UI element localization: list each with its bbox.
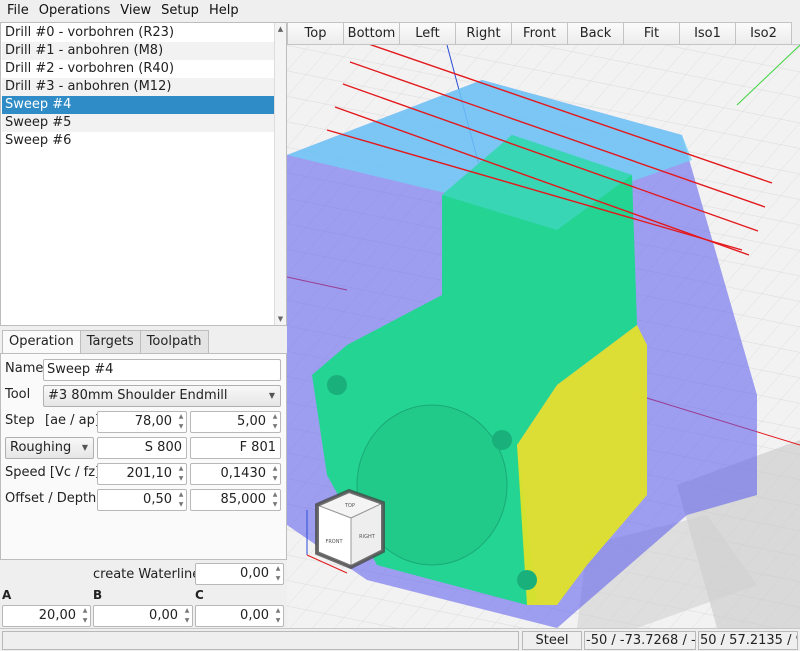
list-item[interactable]: Drill #0 - vorbohren (R23) [2,24,275,42]
waterline-input[interactable]: 0,00 ▲ ▼ [195,563,284,585]
depth-value: 85,000 [220,492,267,507]
status-coord-x: -50 / -73.7268 / -50 [584,631,696,650]
axis-c-value: 0,00 [240,608,269,623]
list-scrollbar[interactable]: ▲ ▼ [274,23,286,325]
view-cube-top-label: TOP [344,503,355,509]
spin-arrows-icon[interactable]: ▲ ▼ [273,564,283,584]
view-fit-button[interactable]: Fit [623,22,680,45]
mode-select[interactable]: Roughing ▼ [5,437,94,459]
view-iso1-button[interactable]: Iso1 [679,22,736,45]
tool-select-value: #3 80mm Shoulder Endmill [48,388,228,403]
step-ae-input[interactable]: 78,00 ▲ ▼ [97,411,187,433]
waterline-label: create Waterline [93,567,201,582]
menu-setup[interactable]: Setup [156,0,204,22]
chevron-down-icon: ▼ [268,391,275,400]
step-ae-value: 78,00 [134,414,172,429]
speed-vc-value: 201,10 [126,466,173,481]
spin-arrows-icon[interactable]: ▲ ▼ [176,464,186,484]
tab-bar: Operation Targets Toolpath [0,330,287,355]
bolt-hole [492,430,512,450]
speed-fz-input[interactable]: 0,1430 ▲ ▼ [190,463,281,485]
status-material: Steel [522,631,582,650]
axis-a-value: 20,00 [38,608,76,623]
view-left-button[interactable]: Left [399,22,456,45]
axis-c-label: C [195,588,204,602]
status-coord-y: 50 / 57.2135 / 90 [698,631,798,650]
3d-scene: TOP FRONT RIGHT [287,45,800,628]
tab-targets[interactable]: Targets [79,330,141,354]
view-toolbar: Top Bottom Left Right Front Back Fit Iso… [287,22,800,45]
speed-fz-value: 0,1430 [220,466,267,481]
operation-list[interactable]: Drill #0 - vorbohren (R23) Drill #1 - an… [0,22,287,326]
view-top-button[interactable]: Top [287,22,344,45]
spin-arrows-icon[interactable]: ▲ ▼ [270,464,280,484]
name-input[interactable]: Sweep #4 [43,359,281,381]
step-ap-value: 5,00 [237,414,266,429]
menu-view[interactable]: View [115,0,156,22]
axis-a-label: A [2,588,12,602]
menu-file[interactable]: File [2,0,34,22]
axis-b-label: B [93,588,103,602]
waterline-value: 0,00 [240,566,269,581]
spin-arrows-icon[interactable]: ▲ ▼ [182,606,192,626]
name-label: Name [5,361,44,376]
menubar: File Operations View Setup Help [0,0,800,22]
status-message [2,631,519,650]
left-panel: Drill #0 - vorbohren (R23) Drill #1 - an… [0,22,287,650]
spin-arrows-icon[interactable]: ▲ ▼ [176,490,186,510]
tool-label: Tool [5,387,31,402]
mode-select-value: Roughing [10,440,72,455]
axis-b-value: 0,00 [149,608,178,623]
list-item[interactable]: Sweep #6 [2,132,275,150]
tab-toolpath[interactable]: Toolpath [139,330,209,354]
spin-arrows-icon[interactable]: ▲ ▼ [270,412,280,432]
operation-form: Name Sweep #4 Tool #3 80mm Shoulder Endm… [0,353,287,560]
list-item[interactable]: Drill #1 - anbohren (M8) [2,42,275,60]
spindle-speed-field[interactable]: S 800 [97,437,187,459]
tool-select[interactable]: #3 80mm Shoulder Endmill ▼ [43,385,281,407]
offset-input[interactable]: 0,50 ▲ ▼ [97,489,187,511]
tab-operation[interactable]: Operation [2,330,81,355]
step-unit-label: [ae / ap] [45,413,100,428]
step-ap-input[interactable]: 5,00 ▲ ▼ [190,411,281,433]
spin-arrows-icon[interactable]: ▲ ▼ [176,412,186,432]
scroll-up-icon[interactable]: ▲ [275,24,286,34]
status-bar: Steel -50 / -73.7268 / -50 50 / 57.2135 … [0,628,800,651]
list-item-selected[interactable]: Sweep #4 [2,96,275,114]
list-item[interactable]: Drill #3 - anbohren (M12) [2,78,275,96]
list-item[interactable]: Drill #2 - vorbohren (R40) [2,60,275,78]
view-right-button[interactable]: Right [455,22,512,45]
spin-arrows-icon[interactable]: ▲ ▼ [270,490,280,510]
speed-vc-input[interactable]: 201,10 ▲ ▼ [97,463,187,485]
bolt-hole [517,570,537,590]
view-cube-right-label: RIGHT [359,534,376,540]
speed-label: Speed [Vc / fz] [5,465,101,480]
view-iso2-button[interactable]: Iso2 [735,22,792,45]
feed-rate-field[interactable]: F 801 [190,437,281,459]
spin-arrows-icon[interactable]: ▲ ▼ [273,606,283,626]
offset-value: 0,50 [143,492,172,507]
menu-help[interactable]: Help [204,0,244,22]
3d-viewport[interactable]: TOP FRONT RIGHT [287,45,800,628]
view-front-button[interactable]: Front [511,22,568,45]
step-label: Step [5,413,35,428]
offset-depth-label: Offset / Depth [5,491,97,506]
view-bottom-button[interactable]: Bottom [343,22,400,45]
scroll-down-icon[interactable]: ▼ [275,314,286,324]
spin-arrows-icon[interactable]: ▲ ▼ [80,606,90,626]
view-cube-front-label: FRONT [325,539,343,545]
chevron-down-icon: ▼ [81,443,88,452]
axis-c-input[interactable]: 0,00 ▲ ▼ [195,605,284,627]
view-back-button[interactable]: Back [567,22,624,45]
axis-a-input[interactable]: 20,00 ▲ ▼ [2,605,91,627]
list-item[interactable]: Sweep #5 [2,114,275,132]
bolt-hole [327,375,347,395]
depth-input[interactable]: 85,000 ▲ ▼ [190,489,281,511]
axis-b-input[interactable]: 0,00 ▲ ▼ [93,605,193,627]
menu-operations[interactable]: Operations [34,0,115,22]
